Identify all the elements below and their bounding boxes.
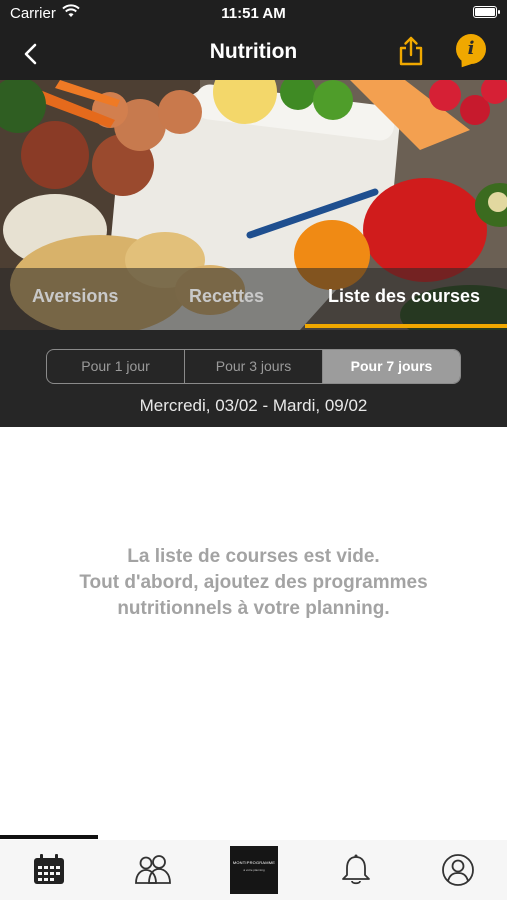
group-icon[interactable] <box>133 852 173 888</box>
segment-1-day[interactable]: Pour 1 jour <box>47 350 185 383</box>
hero-food-image: Aversions Recettes Liste des courses <box>0 80 507 330</box>
empty-state-line-3: nutritionnels à votre planning. <box>117 598 390 619</box>
status-bar: Carrier 11:51 AM <box>0 0 507 28</box>
info-icon[interactable]: i <box>456 34 486 64</box>
tabbar-selection-indicator <box>0 835 98 839</box>
tab-recettes[interactable]: Recettes <box>189 286 264 307</box>
brand-logo-subtext: à votre planning <box>243 868 265 872</box>
brand-logo[interactable]: MONTIPROGRAMME à votre planning <box>230 846 278 894</box>
segment-7-days[interactable]: Pour 7 jours <box>323 350 460 383</box>
active-tab-indicator <box>305 324 507 328</box>
bell-icon[interactable] <box>338 852 374 888</box>
calendar-icon[interactable] <box>31 852 67 888</box>
section-tabs: Aversions Recettes Liste des courses <box>0 268 507 330</box>
tab-liste-des-courses[interactable]: Liste des courses <box>328 286 480 307</box>
segment-3-days[interactable]: Pour 3 jours <box>185 350 323 383</box>
profile-icon[interactable] <box>440 852 476 888</box>
tab-aversions[interactable]: Aversions <box>32 286 118 307</box>
bottom-tab-bar: MONTIPROGRAMME à votre planning <box>0 840 507 900</box>
battery-icon <box>473 6 500 18</box>
empty-state-message: La liste de courses est vide. Tout d'abo… <box>0 544 507 622</box>
empty-state-line-1: La liste de courses est vide. <box>127 546 380 567</box>
period-segmented-control: Pour 1 jour Pour 3 jours Pour 7 jours <box>46 349 461 384</box>
brand-logo-text: MONTIPROGRAMME <box>232 860 276 865</box>
navigation-bar: Nutrition i <box>0 28 507 80</box>
empty-state-line-2: Tout d'abord, ajoutez des programmes <box>79 572 428 593</box>
status-time: 11:51 AM <box>221 5 286 22</box>
page-title: Nutrition <box>209 40 298 63</box>
share-icon[interactable] <box>396 35 426 67</box>
date-range-label: Mercredi, 03/02 - Mardi, 09/02 <box>139 396 368 415</box>
period-selector-area: Pour 1 jour Pour 3 jours Pour 7 jours Me… <box>0 330 507 427</box>
